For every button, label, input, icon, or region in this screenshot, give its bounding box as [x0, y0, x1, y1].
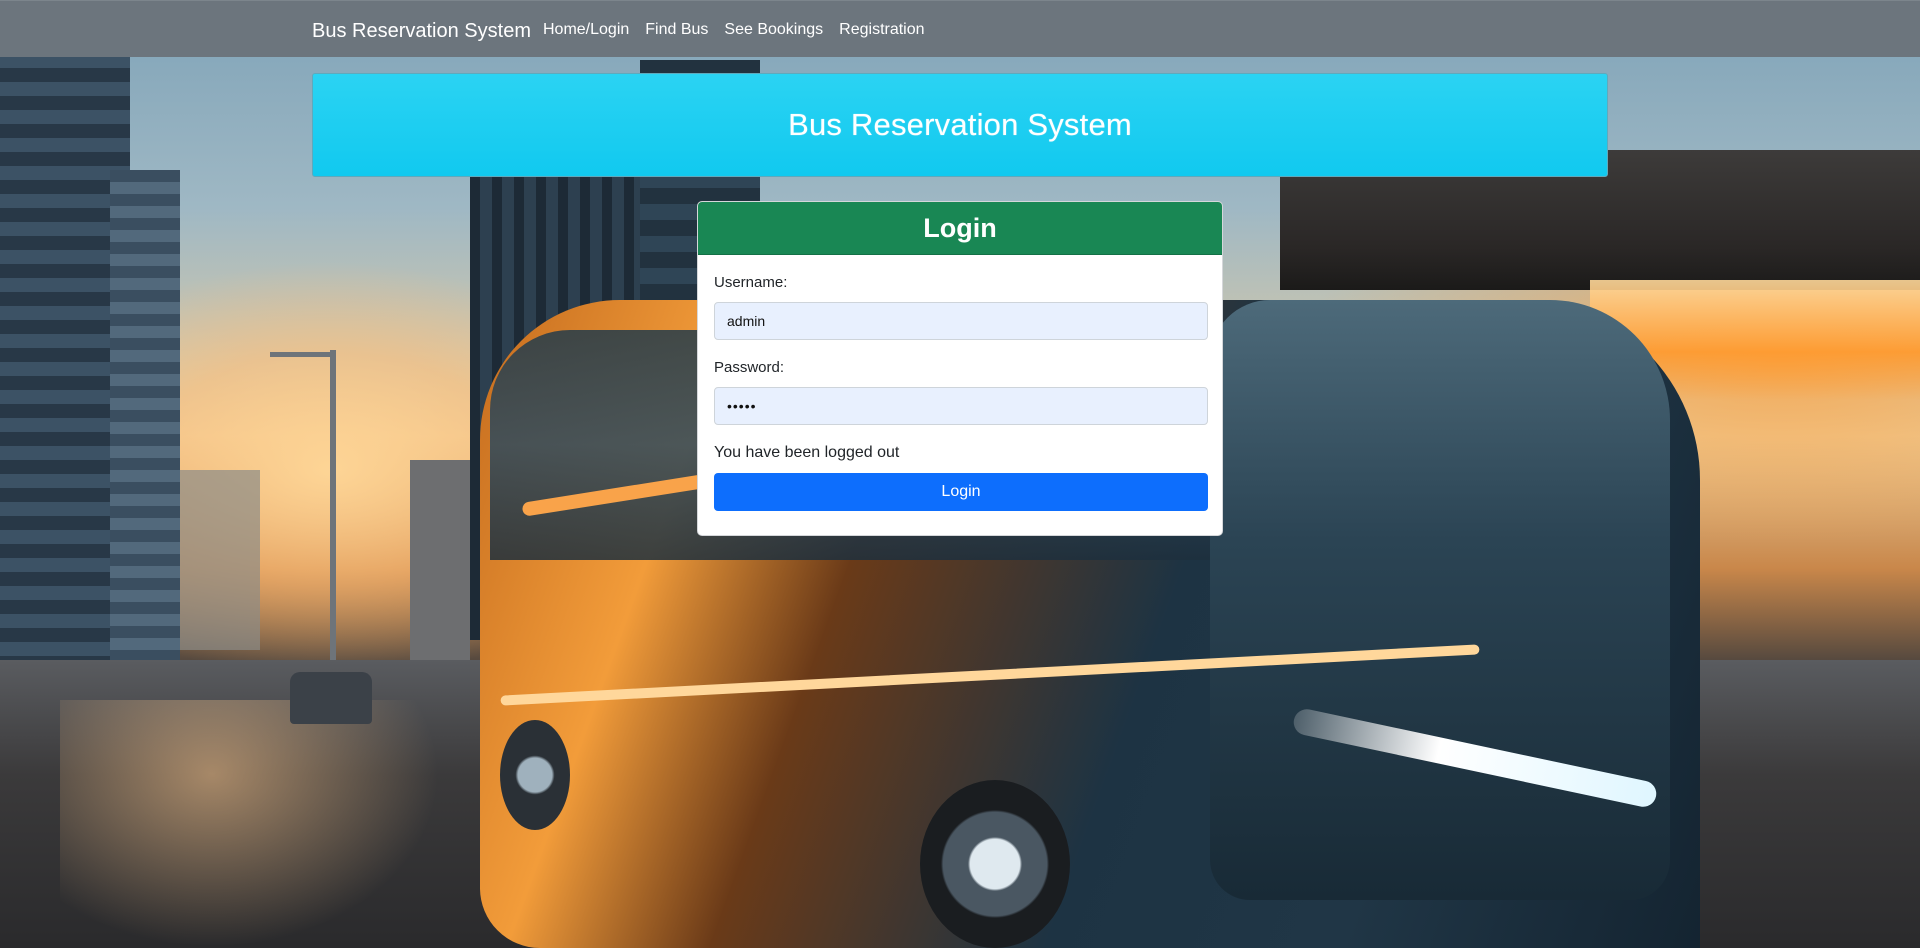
nav-link-home-login[interactable]: Home/Login	[543, 20, 629, 40]
password-label: Password:	[714, 359, 785, 376]
navbar-brand[interactable]: Bus Reservation System	[312, 19, 531, 43]
login-form: Username: Password: You have been logged…	[698, 255, 1222, 511]
login-card-header: Login	[698, 202, 1222, 255]
login-title: Login	[923, 212, 997, 243]
banner-title: Bus Reservation System	[788, 107, 1132, 142]
login-card: Login Username: Password: You have been …	[697, 201, 1223, 536]
header-banner: Bus Reservation System	[312, 73, 1608, 177]
username-label: Username:	[714, 274, 788, 291]
password-input[interactable]	[714, 387, 1208, 425]
nav-links: Home/Login Find Bus See Bookings Registr…	[543, 20, 941, 40]
username-input[interactable]	[714, 302, 1208, 340]
login-button[interactable]: Login	[714, 473, 1208, 511]
nav-link-registration[interactable]: Registration	[839, 20, 924, 40]
top-navbar: Bus Reservation System Home/Login Find B…	[0, 0, 1920, 57]
logout-status-message: You have been logged out	[714, 444, 900, 461]
nav-link-see-bookings[interactable]: See Bookings	[724, 20, 823, 40]
nav-link-find-bus[interactable]: Find Bus	[645, 20, 708, 40]
